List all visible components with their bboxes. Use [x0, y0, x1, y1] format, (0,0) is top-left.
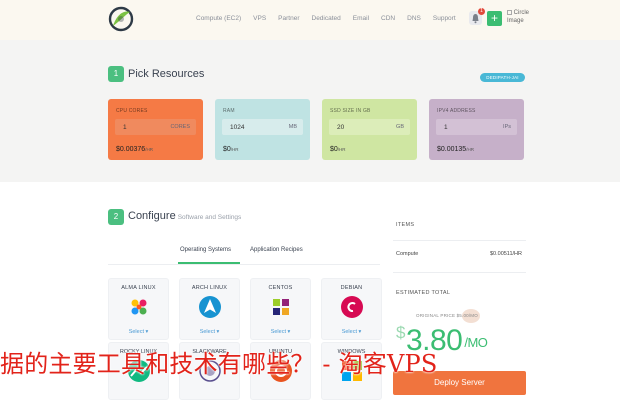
os-select-dropdown[interactable]: Select ▾: [109, 329, 168, 335]
card-label: SSD SIZE IN GB: [330, 108, 371, 114]
cpu-input[interactable]: 1 CORES: [115, 119, 196, 135]
os-card-debian[interactable]: DEBIAN Select ▾: [321, 278, 382, 340]
price-period: /MO: [464, 335, 488, 350]
price-value: $0.00376: [116, 146, 146, 153]
nav-partner[interactable]: Partner: [278, 15, 299, 22]
os-select-dropdown[interactable]: Select ▾: [180, 329, 239, 335]
summary-divider: [393, 240, 526, 241]
os-name: ALMA LINUX: [121, 285, 156, 291]
watermark-caption: 据的主要工具和技术有哪些？ - 淘客VPS: [0, 350, 438, 378]
nav-email[interactable]: Email: [353, 15, 369, 22]
price-value: $0: [223, 146, 231, 153]
price-period: /HR: [230, 147, 239, 152]
card-price: $0.00376/HR: [116, 146, 153, 153]
ram-card[interactable]: RAM 1024 MB $0/HR: [215, 99, 310, 160]
card-price: $0/HR: [330, 146, 346, 153]
alma-linux-icon: [131, 299, 147, 315]
card-label: RAM: [223, 108, 235, 114]
field-unit: MB: [288, 124, 297, 130]
section-title: Pick Resources: [128, 68, 205, 80]
os-name: ARCH LINUX: [191, 285, 228, 291]
notification-badge: 1: [478, 8, 485, 15]
ipv4-card[interactable]: IPV4 ADDRESS 1 IPs $0.00135/HR: [429, 99, 524, 160]
main-nav: Compute (EC2) VPS Partner Dedicated Emai…: [196, 15, 456, 22]
field-value: 1: [444, 124, 448, 131]
field-unit: CORES: [170, 124, 190, 130]
active-tab-indicator: [178, 262, 240, 264]
configure-subtitle: Software and Settings: [177, 214, 242, 221]
price-value: $0.00135: [437, 146, 467, 153]
card-price: $0/HR: [223, 146, 239, 153]
nav-compute[interactable]: Compute (EC2): [196, 15, 241, 22]
centos-icon: [273, 299, 289, 315]
field-value: 20: [337, 124, 345, 131]
tab-operating-systems[interactable]: Operating Systems: [180, 247, 231, 253]
field-value: 1024: [230, 124, 245, 131]
os-card-centos[interactable]: CENTOS Select ▾: [250, 278, 311, 340]
configure-title: Configure Software and Settings: [128, 210, 241, 222]
avatar[interactable]: Circle Image: [507, 10, 531, 25]
nav-dedicated[interactable]: Dedicated: [312, 15, 341, 22]
region-badge[interactable]: DEDIPATH-JAI: [480, 73, 525, 82]
os-card-arch[interactable]: ARCH LINUX Select ▾: [179, 278, 240, 340]
item-price: $0.00511/HR: [489, 251, 522, 257]
pick-resources-section: 1 Pick Resources DEDIPATH-JAI CPU CORES …: [0, 40, 620, 182]
card-label: CPU CORES: [116, 108, 148, 114]
items-label: ITEMS: [396, 222, 415, 228]
card-price: $0.00135/HR: [437, 146, 474, 153]
debian-icon: [341, 296, 363, 318]
field-value: 1: [123, 124, 127, 131]
ssd-card[interactable]: SSD SIZE IN GB 20 GB $0/HR: [322, 99, 417, 160]
summary-item-row: Compute $0.00511/HR: [396, 251, 522, 257]
os-select-dropdown[interactable]: Select ▾: [251, 329, 310, 335]
step-badge-1: 1: [108, 66, 124, 82]
item-name: Compute: [396, 251, 419, 257]
nav-support[interactable]: Support: [433, 15, 456, 22]
ssd-input[interactable]: 20 GB: [329, 119, 410, 135]
ram-input[interactable]: 1024 MB: [222, 119, 303, 135]
field-unit: IPs: [503, 124, 511, 130]
nav-dns[interactable]: DNS: [407, 15, 421, 22]
summary-divider: [393, 272, 526, 273]
os-card-alma[interactable]: ALMA LINUX Select ▾: [108, 278, 169, 340]
arch-linux-icon: [199, 296, 221, 318]
logo-icon[interactable]: [108, 6, 134, 32]
tab-application-recipes[interactable]: Application Recipes: [250, 247, 303, 253]
nav-vps[interactable]: VPS: [253, 15, 266, 22]
cpu-card[interactable]: CPU CORES 1 CORES $0.00376/HR: [108, 99, 203, 160]
price-period: /HR: [337, 147, 346, 152]
card-label: IPV4 ADDRESS: [437, 108, 476, 114]
os-name: DEBIAN: [340, 285, 363, 291]
estimated-total-label: ESTIMATED TOTAL: [396, 290, 451, 296]
tab-divider: [108, 264, 380, 265]
os-select-dropdown[interactable]: Select ▾: [322, 329, 381, 335]
nav-cdn[interactable]: CDN: [381, 15, 395, 22]
top-header: Compute (EC2) VPS Partner Dedicated Emai…: [0, 0, 620, 40]
os-name: CENTOS: [268, 285, 293, 291]
configure-title-text: Configure: [128, 210, 176, 222]
price-period: /HR: [145, 147, 153, 152]
currency-symbol: $: [396, 323, 405, 342]
original-price: ORIGINAL PRICE $5.00/MO: [416, 313, 478, 318]
broken-image-icon: [507, 10, 512, 15]
price-period: /HR: [466, 147, 474, 152]
price-value: $0: [330, 146, 338, 153]
ipv4-input[interactable]: 1 IPs: [436, 119, 517, 135]
add-button[interactable]: +: [487, 11, 502, 26]
field-unit: GB: [396, 124, 404, 130]
step-badge-2: 2: [108, 209, 124, 225]
notification-button[interactable]: 1: [469, 8, 485, 25]
